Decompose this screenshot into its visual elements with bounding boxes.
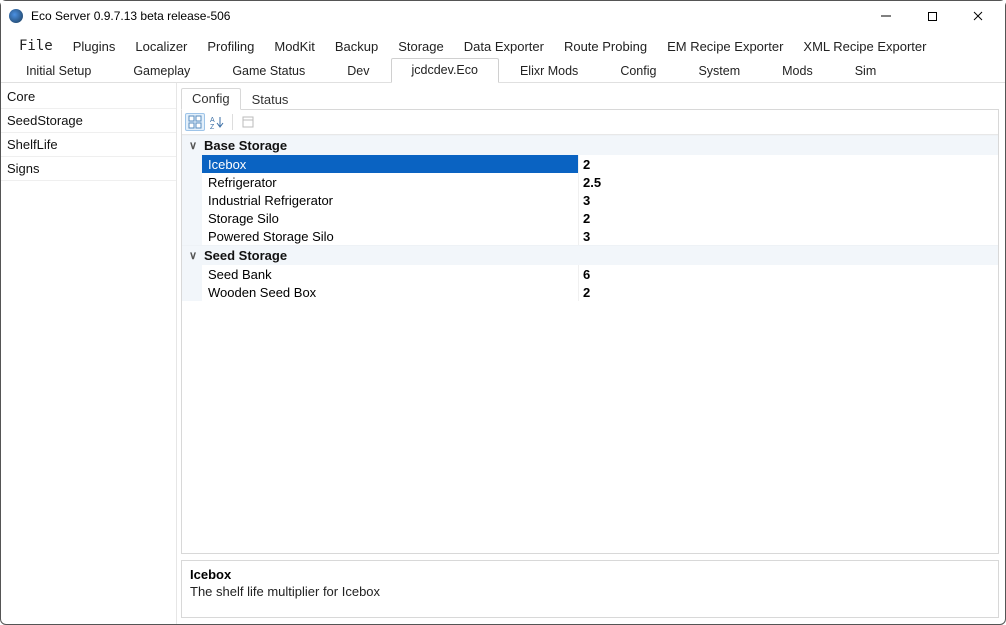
property-value[interactable]: 2 xyxy=(578,209,998,227)
row-indent xyxy=(182,209,202,227)
tab-config[interactable]: Config xyxy=(599,59,677,83)
menu-bar: File Plugins Localizer Profiling ModKit … xyxy=(1,31,1005,57)
property-grid[interactable]: ∨Base StorageIcebox2Refrigerator2.5Indus… xyxy=(182,135,998,553)
property-grid-container: AZ ∨Base StorageIcebox2Refrigerator2.5In… xyxy=(181,109,999,554)
svg-text:Z: Z xyxy=(210,124,215,129)
inner-tabstrip: Config Status xyxy=(181,87,999,109)
property-name: Refrigerator xyxy=(202,173,578,191)
property-name: Seed Bank xyxy=(202,265,578,283)
tab-elixr-mods[interactable]: Elixr Mods xyxy=(499,59,599,83)
title-bar: Eco Server 0.9.7.13 beta release-506 xyxy=(1,1,1005,31)
menu-data-exporter[interactable]: Data Exporter xyxy=(454,36,554,57)
property-pages-button[interactable] xyxy=(238,113,258,131)
property-name: Powered Storage Silo xyxy=(202,227,578,245)
tab-sim[interactable]: Sim xyxy=(834,59,898,83)
property-value[interactable]: 6 xyxy=(578,265,998,283)
group-name: Seed Storage xyxy=(204,248,287,263)
property-value[interactable]: 3 xyxy=(578,191,998,209)
menu-localizer[interactable]: Localizer xyxy=(125,36,197,57)
property-row[interactable]: Wooden Seed Box2 xyxy=(182,283,998,301)
group-header[interactable]: ∨ Base Storage xyxy=(182,135,998,155)
chevron-down-icon: ∨ xyxy=(186,139,200,152)
property-toolbar: AZ xyxy=(182,110,998,135)
app-icon xyxy=(9,9,23,23)
menu-file[interactable]: File xyxy=(9,35,63,57)
maximize-button[interactable] xyxy=(909,2,955,30)
toolbar-separator xyxy=(232,114,233,130)
window-title: Eco Server 0.9.7.13 beta release-506 xyxy=(31,9,863,23)
close-button[interactable] xyxy=(955,2,1001,30)
menu-backup[interactable]: Backup xyxy=(325,36,388,57)
property-row[interactable]: Refrigerator2.5 xyxy=(182,173,998,191)
row-indent xyxy=(182,155,202,173)
inner-tab-status[interactable]: Status xyxy=(241,89,300,110)
menu-plugins[interactable]: Plugins xyxy=(63,36,126,57)
property-value[interactable]: 2 xyxy=(578,283,998,301)
tab-system[interactable]: System xyxy=(677,59,761,83)
inner-tab-config[interactable]: Config xyxy=(181,88,241,110)
sidebar-item-shelflife[interactable]: ShelfLife xyxy=(1,133,176,157)
row-indent xyxy=(182,227,202,245)
property-row[interactable]: Seed Bank6 xyxy=(182,265,998,283)
tab-jcdcdev-eco[interactable]: jcdcdev.Eco xyxy=(391,58,499,83)
property-value[interactable]: 2.5 xyxy=(578,173,998,191)
property-name: Icebox xyxy=(202,155,578,173)
description-panel: Icebox The shelf life multiplier for Ice… xyxy=(181,560,999,618)
row-indent xyxy=(182,265,202,283)
menu-em-recipe[interactable]: EM Recipe Exporter xyxy=(657,36,793,57)
property-row[interactable]: Powered Storage Silo3 xyxy=(182,227,998,245)
tab-game-status[interactable]: Game Status xyxy=(211,59,326,83)
property-value[interactable]: 2 xyxy=(578,155,998,173)
description-title: Icebox xyxy=(190,567,990,582)
sidebar-item-signs[interactable]: Signs xyxy=(1,157,176,181)
tab-initial-setup[interactable]: Initial Setup xyxy=(5,59,112,83)
sidebar: Core SeedStorage ShelfLife Signs xyxy=(1,83,177,624)
description-text: The shelf life multiplier for Icebox xyxy=(190,584,990,599)
property-row[interactable]: Icebox2 xyxy=(182,155,998,173)
row-indent xyxy=(182,191,202,209)
sidebar-item-core[interactable]: Core xyxy=(1,85,176,109)
tab-gameplay[interactable]: Gameplay xyxy=(112,59,211,83)
menu-profiling[interactable]: Profiling xyxy=(197,36,264,57)
property-row[interactable]: Storage Silo2 xyxy=(182,209,998,227)
group-name: Base Storage xyxy=(204,138,287,153)
minimize-button[interactable] xyxy=(863,2,909,30)
property-value[interactable]: 3 xyxy=(578,227,998,245)
group-header[interactable]: ∨ Seed Storage xyxy=(182,245,998,265)
property-name: Wooden Seed Box xyxy=(202,283,578,301)
menu-xml-recipe[interactable]: XML Recipe Exporter xyxy=(793,36,936,57)
property-row[interactable]: Industrial Refrigerator3 xyxy=(182,191,998,209)
sidebar-item-seedstorage[interactable]: SeedStorage xyxy=(1,109,176,133)
row-indent xyxy=(182,283,202,301)
menu-storage[interactable]: Storage xyxy=(388,36,454,57)
main-tabstrip: Initial Setup Gameplay Game Status Dev j… xyxy=(1,57,1005,83)
chevron-down-icon: ∨ xyxy=(186,249,200,262)
menu-route-probing[interactable]: Route Probing xyxy=(554,36,657,57)
alphabetical-view-button[interactable]: AZ xyxy=(207,113,227,131)
tab-mods[interactable]: Mods xyxy=(761,59,834,83)
categorized-view-button[interactable] xyxy=(185,113,205,131)
row-indent xyxy=(182,173,202,191)
property-name: Industrial Refrigerator xyxy=(202,191,578,209)
tab-dev[interactable]: Dev xyxy=(326,59,390,83)
svg-text:A: A xyxy=(210,117,215,124)
menu-modkit[interactable]: ModKit xyxy=(264,36,324,57)
property-name: Storage Silo xyxy=(202,209,578,227)
